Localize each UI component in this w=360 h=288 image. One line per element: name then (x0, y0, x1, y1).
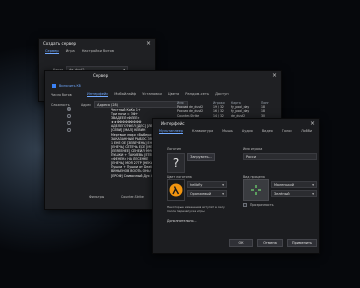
ok-label: ОК (238, 241, 244, 245)
tab-mobile[interactable]: Мобайлайф (114, 92, 136, 97)
difficulty-radio-4[interactable] (67, 128, 71, 132)
options-tabs: Мультиплеер Клавиатура Мышь Аудио Видео … (153, 128, 319, 135)
spray-label: Логотип (167, 147, 181, 151)
tab-voice[interactable]: Голос (282, 129, 292, 134)
lambda-logo (167, 179, 185, 201)
load-spray-label: Загрузить... (190, 155, 212, 159)
tab-lobby[interactable]: Лобби (301, 129, 312, 134)
difficulty-radios (67, 107, 71, 132)
server-browser-titlebar: Сервер × (45, 71, 281, 80)
address-field[interactable]: Адреса (28) (94, 101, 189, 108)
tab-game[interactable]: Игра (66, 49, 75, 54)
tab-server[interactable]: Сервер (45, 49, 59, 54)
ok-button[interactable]: ОК (229, 239, 253, 247)
crosshair-color-value: Зелёный (274, 191, 290, 196)
crosshair-size-select[interactable]: Маленький ▾ (271, 181, 317, 188)
tab-multiplayer[interactable]: Мультиплеер (159, 129, 183, 134)
player-name-value: Росси (246, 154, 257, 159)
spray-color-value: Оранжевый (190, 191, 212, 196)
game-filter-label: Counter-Strike (121, 195, 144, 199)
tab-access[interactable]: Доступ (215, 92, 229, 97)
tab-keyboard[interactable]: Клавиатура (192, 129, 213, 134)
options-title: Интерфейс (161, 121, 185, 126)
options-titlebar: Интерфейс × (153, 119, 319, 128)
close-icon[interactable]: × (272, 72, 277, 79)
enable-checkbox[interactable] (52, 84, 56, 88)
enable-checkbox-label: Включить Кб (59, 84, 81, 88)
options-window: Интерфейс × Мультиплеер Клавиатура Мышь … (152, 118, 320, 254)
bots-count-label: Число ботов (51, 93, 72, 97)
create-server-titlebar: Создать сервер × (39, 39, 155, 48)
cancel-button[interactable]: Отмена (257, 239, 283, 247)
difficulty-radio-3[interactable] (67, 121, 71, 125)
difficulty-radio-2[interactable] (67, 114, 71, 118)
crosshair-color-select[interactable]: Зелёный ▾ (271, 190, 317, 197)
create-server-tabs: Сервер Игра Настройки ботов (39, 48, 155, 55)
server-browser-tabs: Интерфейс Мобайлайф Установки Цвета Ранд… (81, 91, 235, 98)
apply-button[interactable]: Применить (287, 239, 317, 247)
chevron-down-icon: ▾ (222, 191, 224, 196)
apply-label: Применить (292, 241, 312, 245)
address-value: Адреса (28) (97, 102, 119, 107)
spray-preview: ? (167, 153, 185, 173)
cancel-label: Отмена (263, 241, 277, 245)
player-name-label: Имя игрока (243, 147, 263, 151)
tab-mouse[interactable]: Мышь (222, 129, 233, 134)
transparency-checkbox[interactable] (243, 203, 247, 207)
advanced-link[interactable]: Дополнительно... (167, 219, 196, 223)
question-mark-icon: ? (172, 156, 180, 170)
spray-model-value: hellbfly (190, 182, 203, 187)
lambda-icon (169, 183, 183, 197)
address-label: Адрес (81, 102, 92, 107)
tab-install[interactable]: Установки (142, 92, 162, 97)
crosshair-icon (251, 185, 261, 195)
spray-model-select[interactable]: hellbfly ▾ (187, 181, 227, 188)
chevron-down-icon: ▾ (222, 182, 224, 187)
tab-bot-settings[interactable]: Настройки ботов (82, 49, 114, 54)
create-server-title: Создать сервер (43, 41, 77, 46)
close-icon[interactable]: × (146, 40, 151, 47)
spray-color-select[interactable]: Оранжевый ▾ (187, 190, 227, 197)
close-icon[interactable]: × (310, 120, 315, 127)
tab-video[interactable]: Видео (262, 129, 273, 134)
load-spray-button[interactable]: Загрузить... (187, 153, 215, 161)
difficulty-radio-1[interactable] (67, 107, 71, 111)
tab-colors[interactable]: Цвета (168, 92, 179, 97)
tab-audio[interactable]: Аудио (242, 129, 253, 134)
restart-hint: Некоторые изменения вступят в силу после… (167, 205, 225, 213)
transparency-label: Прозрачность (250, 203, 274, 207)
server-browser-title: Сервер (93, 73, 109, 78)
filters-label[interactable]: Фильтры (89, 195, 104, 199)
player-name-field[interactable]: Росси (243, 153, 317, 160)
chevron-down-icon: ▾ (312, 182, 314, 187)
chevron-down-icon: ▾ (312, 191, 314, 196)
crosshair-preview (243, 179, 269, 201)
tab-random-net[interactable]: Рандом-сеть (185, 92, 209, 97)
tab-interface[interactable]: Интерфейс (87, 92, 109, 97)
crosshair-size-value: Маленький (274, 182, 294, 187)
